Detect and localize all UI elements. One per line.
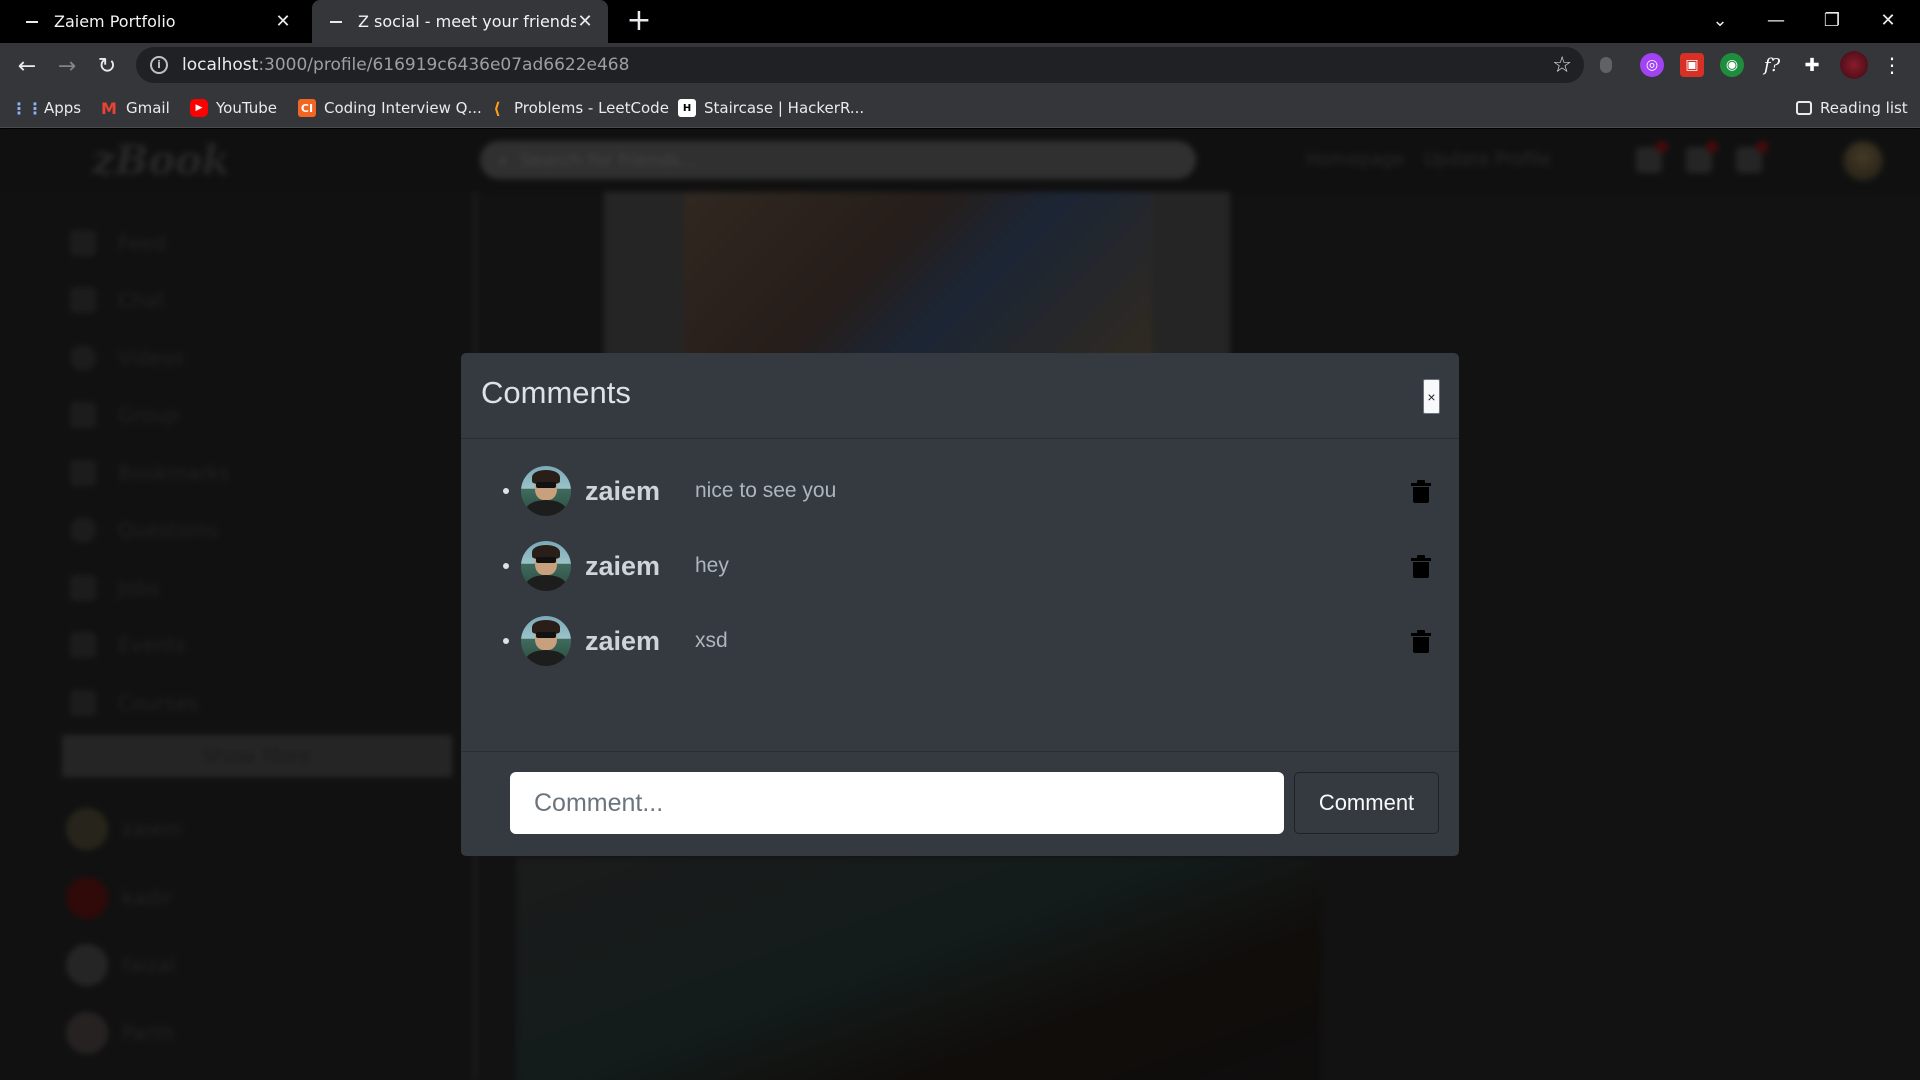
extension-icon[interactable] xyxy=(1600,57,1612,73)
comment-list: zaiem nice to see you zaiem hey zaiem xs… xyxy=(461,439,1459,743)
bookmark-label: Coding Interview Q... xyxy=(324,99,482,117)
delete-comment-icon[interactable] xyxy=(1411,480,1433,504)
leetcode-icon: ⟨ xyxy=(493,98,501,118)
comment-text: nice to see you xyxy=(695,479,837,502)
avatar[interactable] xyxy=(521,541,571,591)
extension-icon[interactable]: ◉ xyxy=(1720,53,1744,77)
address-url: localhost:3000/profile/616919c6436e07ad6… xyxy=(182,55,630,75)
modal-header: Comments × xyxy=(461,353,1459,439)
hackerrank-icon: H xyxy=(678,99,696,117)
browser-tab-active[interactable]: Z social - meet your friends online ✕ xyxy=(312,0,608,43)
new-tab-button[interactable]: + xyxy=(622,4,656,38)
tab-title: Zaiem Portfolio xyxy=(54,12,176,31)
list-bullet xyxy=(503,488,509,494)
browser-tab-bar: Zaiem Portfolio ✕ Z social - meet your f… xyxy=(0,0,1920,43)
extension-icon[interactable]: f? xyxy=(1760,53,1784,77)
codinginterview-icon: CI xyxy=(298,99,316,117)
avatar[interactable] xyxy=(521,616,571,666)
avatar[interactable] xyxy=(521,466,571,516)
site-info-icon[interactable]: i xyxy=(150,56,168,74)
comment-item: zaiem xsd xyxy=(503,615,1443,667)
comment-input[interactable] xyxy=(510,772,1284,834)
back-button[interactable]: ← xyxy=(10,49,44,83)
reload-button[interactable]: ↻ xyxy=(90,49,124,83)
profile-avatar[interactable] xyxy=(1840,51,1868,79)
extension-icon[interactable]: ▣ xyxy=(1680,53,1704,77)
tab-title: Z social - meet your friends online xyxy=(358,12,576,31)
bookmark-coding-interview[interactable]: CI Coding Interview Q... xyxy=(298,88,482,128)
apps-grid-icon: ⋮⋮ xyxy=(11,98,43,118)
bookmark-label: Problems - LeetCode xyxy=(514,99,669,117)
submit-comment-button[interactable]: Comment xyxy=(1294,772,1439,834)
comment-text: hey xyxy=(695,554,729,577)
comment-username[interactable]: zaiem xyxy=(585,626,695,657)
bookmark-label: Staircase | HackerR... xyxy=(704,99,865,117)
comment-text: xsd xyxy=(695,629,728,652)
bookmark-label: Apps xyxy=(44,99,82,117)
delete-comment-icon[interactable] xyxy=(1411,555,1433,579)
close-window-button[interactable]: ✕ xyxy=(1860,0,1916,40)
extensions-puzzle-icon[interactable]: ✚ xyxy=(1800,53,1824,77)
bookmark-gmail[interactable]: M Gmail xyxy=(100,88,170,128)
gmail-icon: M xyxy=(101,98,117,118)
bookmark-star-icon[interactable]: ☆ xyxy=(1552,53,1572,78)
bookmark-label: YouTube xyxy=(216,99,277,117)
reading-list-label: Reading list xyxy=(1820,99,1908,117)
bookmark-leetcode[interactable]: ⟨ Problems - LeetCode xyxy=(488,88,669,128)
forward-button[interactable]: → xyxy=(50,49,84,83)
list-bullet xyxy=(503,638,509,644)
close-tab-icon[interactable]: ✕ xyxy=(274,11,292,32)
address-bar[interactable]: i localhost:3000/profile/616919c6436e07a… xyxy=(136,47,1584,83)
list-bullet xyxy=(503,563,509,569)
reading-list-icon xyxy=(1796,101,1812,115)
browser-toolbar: ← → ↻ i localhost:3000/profile/616919c64… xyxy=(0,43,1920,88)
modal-footer: Comment xyxy=(461,751,1459,856)
tab-favicon-icon xyxy=(330,20,342,23)
comment-username[interactable]: zaiem xyxy=(585,476,695,507)
comments-modal: Comments × zaiem nice to see you zaiem h… xyxy=(461,353,1459,856)
reading-list-button[interactable]: Reading list xyxy=(1796,88,1908,128)
close-tab-icon[interactable]: ✕ xyxy=(576,11,594,32)
browser-tab[interactable]: Zaiem Portfolio ✕ xyxy=(0,0,310,43)
tab-favicon-icon xyxy=(26,20,38,23)
bookmark-apps[interactable]: ⋮⋮ Apps xyxy=(11,88,82,128)
restore-button[interactable]: ❐ xyxy=(1804,0,1860,40)
comment-username[interactable]: zaiem xyxy=(585,551,695,582)
youtube-icon: ▶ xyxy=(190,99,208,117)
close-modal-button[interactable]: × xyxy=(1423,379,1440,414)
minimize-button[interactable]: — xyxy=(1748,0,1804,40)
bookmarks-bar: ⋮⋮ Apps M Gmail ▶ YouTube CI Coding Inte… xyxy=(0,88,1920,128)
browser-menu-icon[interactable]: ⋮ xyxy=(1880,53,1904,77)
bookmark-hackerrank[interactable]: H Staircase | HackerR... xyxy=(678,88,864,128)
extension-icon[interactable]: ◎ xyxy=(1640,53,1664,77)
comment-item: zaiem nice to see you xyxy=(503,465,1443,517)
bookmark-label: Gmail xyxy=(126,99,170,117)
bookmark-youtube[interactable]: ▶ YouTube xyxy=(190,88,277,128)
tab-search-icon[interactable]: ⌄ xyxy=(1692,0,1748,40)
delete-comment-icon[interactable] xyxy=(1411,630,1433,654)
modal-title: Comments xyxy=(481,375,631,410)
comment-item: zaiem hey xyxy=(503,540,1443,592)
